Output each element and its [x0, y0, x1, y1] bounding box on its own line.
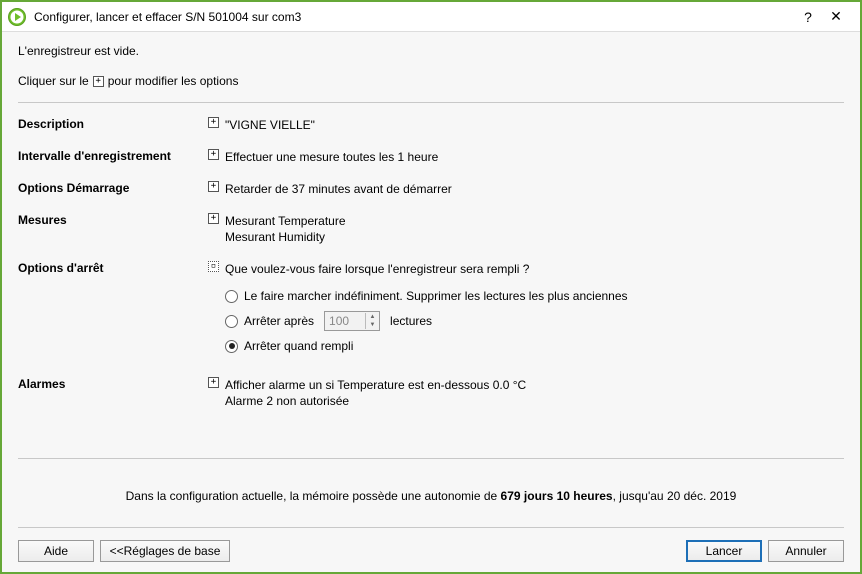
row-measures: Mesures + Mesurant Temperature Mesurant … [18, 213, 844, 245]
row-alarms: Alarmes + Afficher alarme un si Temperat… [18, 377, 844, 409]
value-measures-1: Mesurant Temperature [225, 213, 346, 229]
label-stop: Options d'arrêt [18, 261, 208, 275]
footer-duration: 679 jours 10 heures [501, 489, 613, 503]
close-icon[interactable]: ✕ [822, 8, 850, 25]
option-stop-when-full: Arrêter quand rempli [225, 339, 628, 353]
value-description: "VIGNE VIELLE" [225, 117, 315, 133]
value-alarms-2: Alarme 2 non autorisée [225, 393, 526, 409]
stop-options: Le faire marcher indéfiniment. Supprimer… [225, 289, 628, 361]
help-icon[interactable]: ? [794, 9, 822, 25]
separator [18, 102, 844, 103]
separator [18, 458, 844, 459]
label-interval: Intervalle d'enregistrement [18, 149, 208, 163]
instruction-suffix: pour modifier les options [108, 74, 239, 88]
footer-prefix: Dans la configuration actuelle, la mémoi… [126, 489, 501, 503]
footer-summary: Dans la configuration actuelle, la mémoi… [18, 473, 844, 527]
cancel-button[interactable]: Annuler [768, 540, 844, 562]
collapse-stop[interactable]: ▫ [208, 261, 219, 272]
row-start: Options Démarrage + Retarder de 37 minut… [18, 181, 844, 197]
option-run-forever-label: Le faire marcher indéfiniment. Supprimer… [244, 289, 628, 303]
title-bar: Configurer, lancer et effacer S/N 501004… [2, 2, 860, 32]
radio-stop-after[interactable] [225, 315, 238, 328]
option-stop-after: Arrêter après ▲▼ lectures [225, 311, 628, 331]
radio-run-forever[interactable] [225, 290, 238, 303]
instruction-line: Cliquer sur le + pour modifier les optio… [18, 74, 844, 88]
footer-suffix: , jusqu'au 20 déc. 2019 [613, 489, 737, 503]
label-description: Description [18, 117, 208, 131]
expand-interval[interactable]: + [208, 149, 219, 160]
label-measures: Mesures [18, 213, 208, 227]
basic-settings-button[interactable]: <<Réglages de base [100, 540, 230, 562]
expand-description[interactable]: + [208, 117, 219, 128]
play-icon [8, 8, 26, 26]
label-start: Options Démarrage [18, 181, 208, 195]
row-stop: Options d'arrêt ▫ Que voulez-vous faire … [18, 261, 844, 361]
label-alarms: Alarmes [18, 377, 208, 391]
status-text: L'enregistreur est vide. [18, 44, 844, 58]
stop-question: Que voulez-vous faire lorsque l'enregist… [225, 261, 529, 277]
window-title: Configurer, lancer et effacer S/N 501004… [34, 10, 794, 24]
option-stop-after-suffix: lectures [390, 314, 432, 328]
readings-count-input[interactable] [325, 312, 365, 330]
expand-icon: + [93, 76, 104, 87]
row-description: Description + "VIGNE VIELLE" [18, 117, 844, 133]
value-interval: Effectuer une mesure toutes les 1 heure [225, 149, 438, 165]
option-run-forever: Le faire marcher indéfiniment. Supprimer… [225, 289, 628, 303]
readings-count-field[interactable]: ▲▼ [324, 311, 380, 331]
readings-spinner[interactable]: ▲▼ [365, 313, 379, 329]
value-alarms-1: Afficher alarme un si Temperature est en… [225, 377, 526, 393]
instruction-prefix: Cliquer sur le [18, 74, 89, 88]
option-stop-when-full-label: Arrêter quand rempli [244, 339, 353, 353]
help-button[interactable]: Aide [18, 540, 94, 562]
expand-alarms[interactable]: + [208, 377, 219, 388]
value-measures-2: Mesurant Humidity [225, 229, 346, 245]
row-interval: Intervalle d'enregistrement + Effectuer … [18, 149, 844, 165]
radio-stop-when-full[interactable] [225, 340, 238, 353]
launch-button[interactable]: Lancer [686, 540, 762, 562]
expand-measures[interactable]: + [208, 213, 219, 224]
expand-start[interactable]: + [208, 181, 219, 192]
button-bar: Aide <<Réglages de base Lancer Annuler [18, 528, 844, 572]
value-start: Retarder de 37 minutes avant de démarrer [225, 181, 452, 197]
option-stop-after-prefix: Arrêter après [244, 314, 314, 328]
